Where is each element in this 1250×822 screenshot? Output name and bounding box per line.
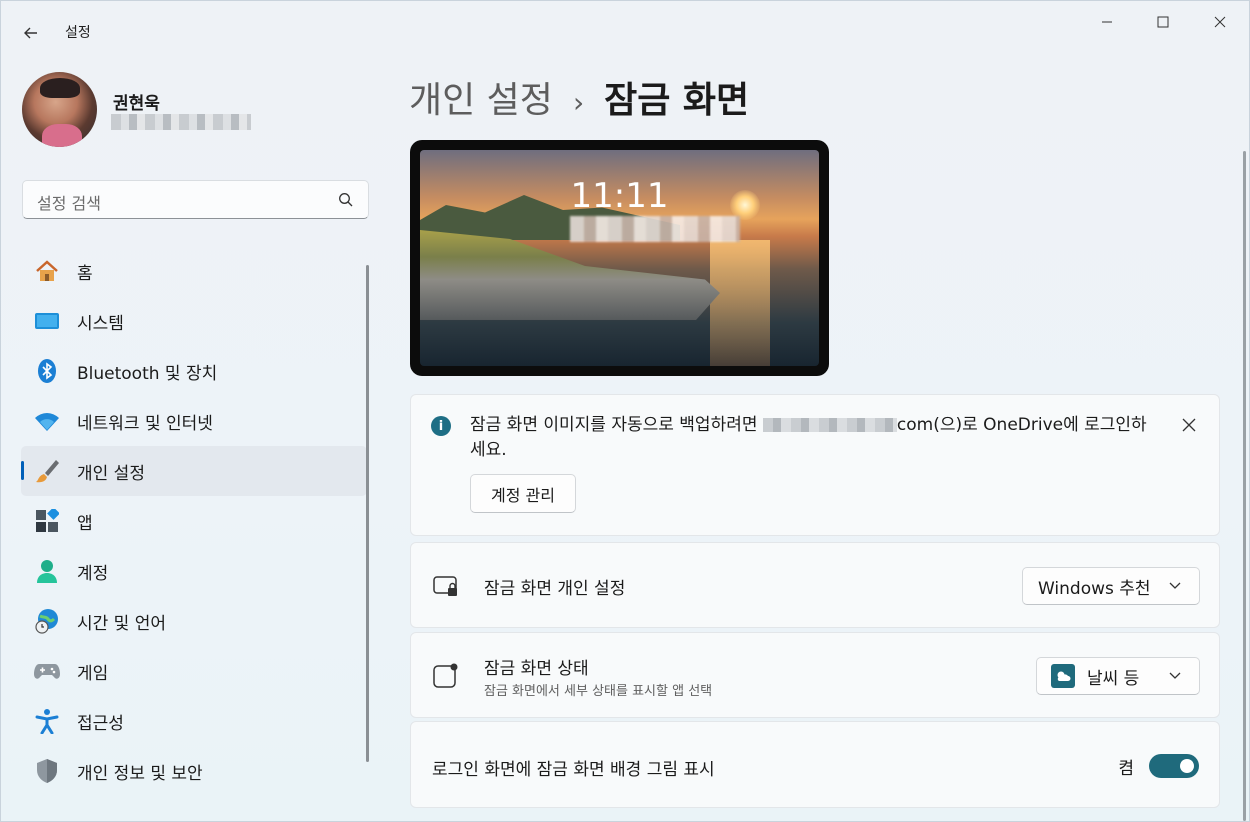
- onedrive-info-bar: i 잠금 화면 이미지를 자동으로 백업하려면 com(으)로 OneDrive…: [410, 394, 1220, 536]
- search-placeholder: 설정 검색: [37, 194, 101, 213]
- bluetooth-icon: [34, 358, 60, 384]
- info-message: 잠금 화면 이미지를 자동으로 백업하려면 com(으)로 OneDrive에 …: [470, 415, 1147, 460]
- sidebar-nav: 홈 시스템 Bluetooth 및 장치 네트워크 및 인터넷 개인 설정 앱 …: [21, 246, 367, 796]
- status-app-dropdown[interactable]: 날씨 등: [1036, 657, 1200, 695]
- lock-screen-time: 11:11: [570, 176, 669, 216]
- avatar[interactable]: [22, 72, 97, 147]
- shield-icon: [34, 758, 60, 784]
- sidebar-item-personalization[interactable]: 개인 설정: [21, 446, 367, 496]
- settings-window: 설정 권현욱 설정 검색 홈 시스템 Bluetooth 및 장치 네트워크 및…: [0, 0, 1250, 822]
- back-button[interactable]: [19, 21, 43, 45]
- breadcrumb-parent[interactable]: 개인 설정: [409, 71, 553, 123]
- maximize-icon: [1157, 16, 1169, 28]
- sidebar-item-accessibility[interactable]: 접근성: [21, 696, 367, 746]
- close-icon: [1182, 418, 1196, 432]
- email-redacted: [762, 418, 897, 432]
- search-icon: [339, 193, 353, 207]
- sidebar-item-label: 시스템: [77, 313, 124, 334]
- breadcrumb: 개인 설정 › 잠금 화면: [409, 71, 749, 123]
- sidebar-item-bluetooth[interactable]: Bluetooth 및 장치: [21, 346, 367, 396]
- back-arrow-icon: [24, 27, 37, 39]
- sidebar-item-label: Bluetooth 및 장치: [77, 363, 218, 384]
- sidebar-item-accounts[interactable]: 계정: [21, 546, 367, 596]
- maximize-button[interactable]: [1140, 7, 1186, 37]
- sidebar-item-label: 개인 정보 및 보안: [77, 763, 203, 784]
- minimize-button[interactable]: [1084, 7, 1130, 37]
- chevron-down-icon: [1169, 672, 1181, 679]
- sidebar-item-home[interactable]: 홈: [21, 246, 367, 296]
- lock-screen-personalize-row: 잠금 화면 개인 설정 Windows 추천: [410, 542, 1220, 628]
- globe-clock-icon: [34, 608, 60, 634]
- toggle-knob: [1180, 759, 1194, 773]
- dismiss-info-button[interactable]: [1179, 415, 1199, 435]
- user-name: 권현욱: [113, 94, 160, 114]
- sidebar-item-system[interactable]: 시스템: [21, 296, 367, 346]
- wifi-icon: [34, 408, 60, 434]
- page-title: 잠금 화면: [604, 80, 750, 121]
- user-email-redacted: [111, 114, 251, 130]
- lock-screen-icon: [433, 576, 457, 596]
- accessibility-icon: [34, 708, 60, 734]
- sidebar-item-network[interactable]: 네트워크 및 인터넷: [21, 396, 367, 446]
- personalize-dropdown[interactable]: Windows 추천: [1022, 567, 1200, 605]
- search-input[interactable]: 설정 검색: [22, 180, 369, 219]
- lock-screen-date-redacted: [570, 216, 740, 242]
- brush-icon: [34, 458, 60, 484]
- sidebar-item-label: 계정: [77, 563, 109, 584]
- manage-account-button[interactable]: 계정 관리: [470, 474, 576, 513]
- signin-background-row: 로그인 화면에 잠금 화면 배경 그림 표시 켬: [410, 721, 1220, 808]
- content-scrollbar[interactable]: [1243, 151, 1246, 821]
- toggle-state-label: 켬: [1118, 759, 1134, 779]
- home-icon: [34, 258, 60, 284]
- sidebar-item-privacy[interactable]: 개인 정보 및 보안: [21, 746, 367, 796]
- row-title: 잠금 화면 개인 설정: [484, 579, 626, 599]
- sidebar-item-label: 시간 및 언어: [77, 613, 167, 634]
- row-title: 잠금 화면 상태: [484, 659, 589, 679]
- app-title: 설정: [65, 25, 91, 41]
- lock-screen-image: 11:11: [420, 150, 819, 366]
- status-icon: [433, 663, 458, 688]
- row-title: 로그인 화면에 잠금 화면 배경 그림 표시: [432, 760, 715, 780]
- sidebar-item-label: 네트워크 및 인터넷: [77, 413, 213, 434]
- close-icon: [1214, 16, 1226, 28]
- breadcrumb-separator: ›: [572, 86, 585, 119]
- sidebar-item-label: 게임: [77, 663, 109, 684]
- lock-screen-status-row: 잠금 화면 상태 잠금 화면에서 세부 상태를 표시할 앱 선택 날씨 등: [410, 632, 1220, 718]
- sidebar-item-label: 개인 설정: [77, 463, 145, 484]
- sidebar-item-gaming[interactable]: 게임: [21, 646, 367, 696]
- signin-background-toggle[interactable]: [1149, 754, 1199, 778]
- sidebar-scrollbar[interactable]: [366, 265, 369, 762]
- weather-icon: [1051, 664, 1075, 688]
- active-indicator: [21, 461, 24, 480]
- sidebar-item-time-language[interactable]: 시간 및 언어: [21, 596, 367, 646]
- chevron-down-icon: [1169, 582, 1181, 589]
- gamepad-icon: [34, 658, 60, 684]
- apps-icon: [34, 508, 60, 534]
- lock-screen-preview: 11:11: [410, 140, 829, 376]
- sidebar-item-label: 접근성: [77, 713, 124, 734]
- info-icon: i: [431, 416, 451, 436]
- row-subtitle: 잠금 화면에서 세부 상태를 표시할 앱 선택: [484, 684, 713, 699]
- dropdown-value: Windows 추천: [1038, 578, 1151, 599]
- dropdown-value: 날씨 등: [1087, 668, 1140, 689]
- minimize-icon: [1102, 21, 1112, 23]
- close-button[interactable]: [1197, 7, 1243, 37]
- sidebar-item-apps[interactable]: 앱: [21, 496, 367, 546]
- title-bar: 설정: [1, 1, 1249, 63]
- system-icon: [34, 308, 60, 334]
- account-icon: [34, 558, 60, 584]
- sidebar-item-label: 홈: [77, 263, 93, 284]
- sidebar-item-label: 앱: [77, 513, 93, 534]
